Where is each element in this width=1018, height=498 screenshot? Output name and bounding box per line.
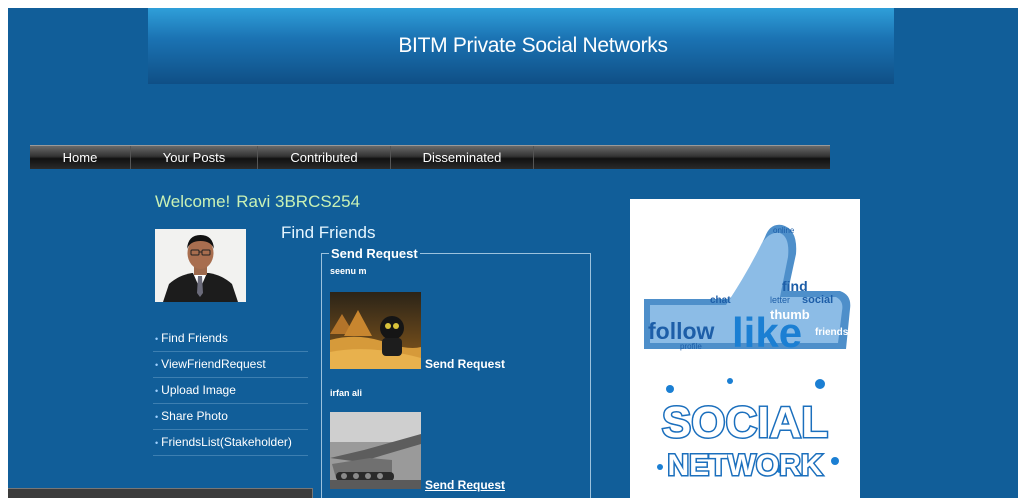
friend-photo xyxy=(330,412,421,489)
find-friends-title: Find Friends xyxy=(281,223,376,242)
sidebar-item-label: FriendsList(Stakeholder) xyxy=(161,435,292,449)
sidebar-item-label: ViewFriendRequest xyxy=(161,357,266,371)
art-word: friends xyxy=(815,327,849,338)
friend-photo xyxy=(330,292,421,369)
main-navigation: Home Your Posts Contributed Disseminated xyxy=(30,145,830,169)
sidebar-item-find-friends[interactable]: • Find Friends xyxy=(153,326,308,352)
site-title: BITM Private Social Networks xyxy=(398,34,668,57)
fieldset-legend: Send Request xyxy=(329,246,420,261)
send-request-fieldset: Send Request seenu m Send Request irfan … xyxy=(321,246,591,498)
welcome-message: Welcome! Ravi 3BRCS254 xyxy=(155,192,360,212)
profile-photo xyxy=(155,229,246,302)
friend-name: seenu m xyxy=(330,266,367,276)
nav-contributed[interactable]: Contributed xyxy=(258,146,391,169)
sidebar-item-view-friend-request[interactable]: • ViewFriendRequest xyxy=(153,352,308,378)
sidebar-menu: • Find Friends • ViewFriendRequest • Upload… xyxy=(153,326,308,456)
art-word: find xyxy=(782,278,808,294)
nav-disseminated[interactable]: Disseminated xyxy=(391,146,534,169)
sidebar-item-upload-image[interactable]: • Upload Image xyxy=(153,378,308,404)
avatar xyxy=(155,229,246,302)
art-word: online xyxy=(773,226,795,235)
art-word: letter xyxy=(770,295,790,305)
sidebar-item-label: Share Photo xyxy=(161,409,228,423)
art-word: thumb xyxy=(770,307,810,322)
page-body: BITM Private Social Networks Home Your P… xyxy=(8,8,1018,498)
bullet-icon: • xyxy=(155,438,159,448)
bullet-icon: • xyxy=(155,360,159,370)
send-request-button[interactable]: Send Request xyxy=(425,357,505,371)
friend-name: irfan ali xyxy=(330,388,363,398)
browser-status-bar xyxy=(8,488,313,498)
sidebar-item-label: Upload Image xyxy=(161,383,236,397)
bullet-icon: • xyxy=(155,334,159,344)
send-request-button[interactable]: Send Request xyxy=(425,478,505,492)
art-word: profile xyxy=(680,342,702,351)
bullet-icon: • xyxy=(155,386,159,396)
sidebar-item-friends-list[interactable]: • FriendsList(Stakeholder) xyxy=(153,430,308,456)
sidebar-item-share-photo[interactable]: • Share Photo xyxy=(153,404,308,430)
welcome-username: Ravi 3BRCS254 xyxy=(236,192,361,211)
welcome-greeting: Welcome! xyxy=(155,192,231,211)
header-banner: BITM Private Social Networks xyxy=(148,8,894,84)
bullet-icon: • xyxy=(155,412,159,422)
nav-your-posts[interactable]: Your Posts xyxy=(131,146,258,169)
nav-home[interactable]: Home xyxy=(30,146,131,169)
art-word: chat xyxy=(710,295,731,306)
social-network-artwork: follow like find thumb social friends le… xyxy=(630,199,860,498)
art-word: social xyxy=(802,294,833,306)
art-word: SOCIAL xyxy=(662,398,828,447)
art-word: follow xyxy=(648,318,715,344)
art-word: NETWORK xyxy=(668,449,823,482)
sidebar-item-label: Find Friends xyxy=(161,331,228,345)
